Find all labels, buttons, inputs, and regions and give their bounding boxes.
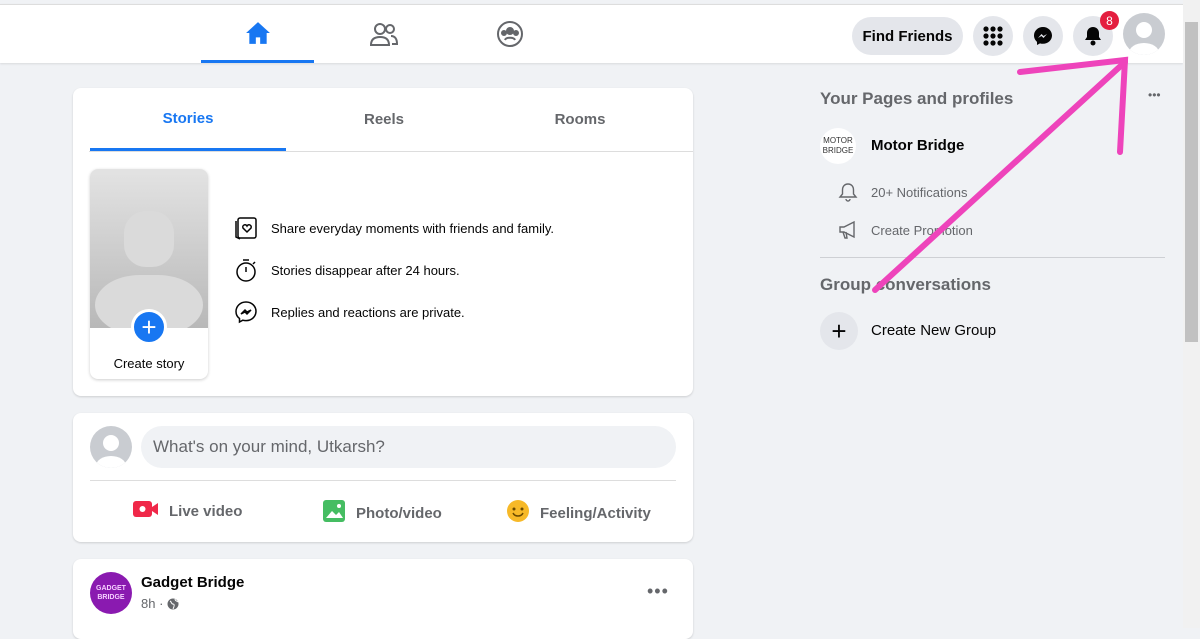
find-friends-button[interactable]: Find Friends — [852, 17, 963, 55]
group-conversations-title: Group conversations — [820, 275, 991, 294]
friends-icon — [369, 23, 398, 46]
page-notifications-link[interactable]: 20+ Notifications — [838, 182, 967, 202]
feed-post: GADGET BRIDGE Gadget Bridge 8h · ••• — [73, 559, 693, 639]
bell-outline-icon — [838, 183, 858, 202]
photo-icon — [322, 499, 346, 527]
divider — [820, 257, 1165, 258]
story-profile-placeholder — [90, 169, 208, 335]
scrollbar[interactable] — [1183, 0, 1200, 628]
stopwatch-icon — [236, 259, 256, 282]
grid-menu-icon — [983, 26, 1003, 46]
story-info-item: Replies and reactions are private. — [233, 299, 465, 325]
create-story-label: Create story — [113, 356, 185, 371]
photos-heart-icon — [235, 217, 257, 240]
post-time[interactable]: 8h — [141, 596, 155, 611]
pages-section-title: Your Pages and profiles — [820, 89, 1014, 108]
megaphone-icon — [839, 220, 855, 239]
scrollbar-thumb[interactable] — [1185, 22, 1198, 342]
plus-icon: + — [131, 309, 167, 345]
notification-badge: 8 — [1100, 11, 1119, 30]
gadget-bridge-logo: GADGET BRIDGE — [96, 585, 126, 601]
account-avatar[interactable] — [1123, 13, 1165, 55]
post-composer: What's on your mind, Utkarsh? Live video… — [73, 413, 693, 542]
groups-icon — [496, 21, 523, 47]
story-info-item: Share everyday moments with friends and … — [233, 215, 554, 241]
tab-stories[interactable]: Stories — [90, 88, 286, 151]
live-video-icon — [133, 499, 159, 523]
story-info-item: Stories disappear after 24 hours. — [233, 257, 460, 283]
nav-groups[interactable] — [453, 5, 566, 63]
plus-icon[interactable]: + — [820, 312, 858, 350]
messenger-button[interactable] — [1023, 16, 1063, 56]
nav-home[interactable] — [201, 5, 314, 63]
top-navigation-bar: Find Friends 8 — [0, 4, 1183, 63]
create-promotion-link[interactable]: Create Promotion — [838, 220, 973, 240]
menu-button[interactable] — [973, 16, 1013, 56]
pages-more-options-button[interactable]: ••• — [1148, 88, 1161, 102]
page-motor-bridge[interactable]: Motor Bridge — [871, 137, 964, 154]
avatar-icon — [1129, 22, 1159, 55]
smiley-icon — [506, 499, 530, 527]
user-avatar[interactable] — [90, 426, 132, 468]
create-new-group-button[interactable]: Create New Group — [871, 322, 996, 339]
post-more-options-button[interactable]: ••• — [647, 581, 669, 602]
create-story-button[interactable]: + Create story — [90, 169, 208, 379]
tab-rooms[interactable]: Rooms — [482, 88, 678, 151]
live-video-button[interactable]: Live video — [133, 499, 242, 523]
globe-icon — [167, 598, 179, 609]
whats-on-your-mind-input[interactable]: What's on your mind, Utkarsh? — [141, 426, 676, 468]
motor-bridge-logo[interactable]: MOTOR BRIDGE — [820, 128, 856, 164]
post-meta: 8h · — [141, 596, 179, 611]
stories-card: Stories Reels Rooms + Create story Share… — [73, 88, 693, 396]
messenger-icon — [1034, 27, 1052, 45]
bell-icon — [1085, 27, 1101, 46]
nav-friends[interactable] — [327, 5, 440, 63]
feeling-activity-button[interactable]: Feeling/Activity — [506, 499, 651, 527]
motor-bridge-logo-text: MOTOR BRIDGE — [822, 136, 854, 155]
home-icon — [245, 21, 270, 44]
messenger-outline-icon — [235, 301, 257, 324]
photo-video-button[interactable]: Photo/video — [322, 499, 442, 527]
gadget-bridge-avatar[interactable]: GADGET BRIDGE — [90, 572, 132, 614]
post-author[interactable]: Gadget Bridge — [141, 574, 244, 591]
tab-reels[interactable]: Reels — [286, 88, 482, 151]
